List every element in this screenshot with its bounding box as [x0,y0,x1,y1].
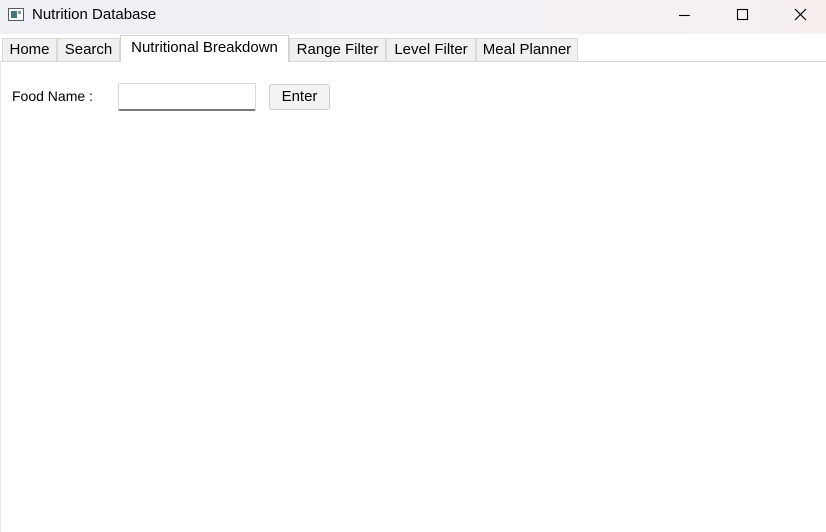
tab-search[interactable]: Search [57,38,120,61]
maximize-button[interactable] [713,0,771,32]
app-window-icon [8,8,24,21]
tab-nutritional-breakdown[interactable]: Nutritional Breakdown [120,35,289,62]
tab-home[interactable]: Home [2,38,57,61]
window-title: Nutrition Database [32,6,157,23]
tab-content-panel [0,62,826,532]
tab-level-filter[interactable]: Level Filter [386,38,476,61]
minimize-icon [679,14,690,17]
minimize-button[interactable] [655,0,713,32]
tab-meal-planner[interactable]: Meal Planner [476,38,578,61]
title-bar[interactable]: Nutrition Database [0,0,826,34]
maximize-icon [736,8,749,21]
close-button[interactable] [771,0,826,32]
enter-button[interactable]: Enter [269,84,330,110]
app-window: Nutrition Database Home Search Range Fil… [0,0,826,532]
panel-left-border [0,62,1,532]
food-name-label: Food Name : [12,88,93,104]
food-name-input[interactable] [118,83,256,111]
close-icon [794,8,807,21]
tab-range-filter[interactable]: Range Filter [289,38,386,61]
